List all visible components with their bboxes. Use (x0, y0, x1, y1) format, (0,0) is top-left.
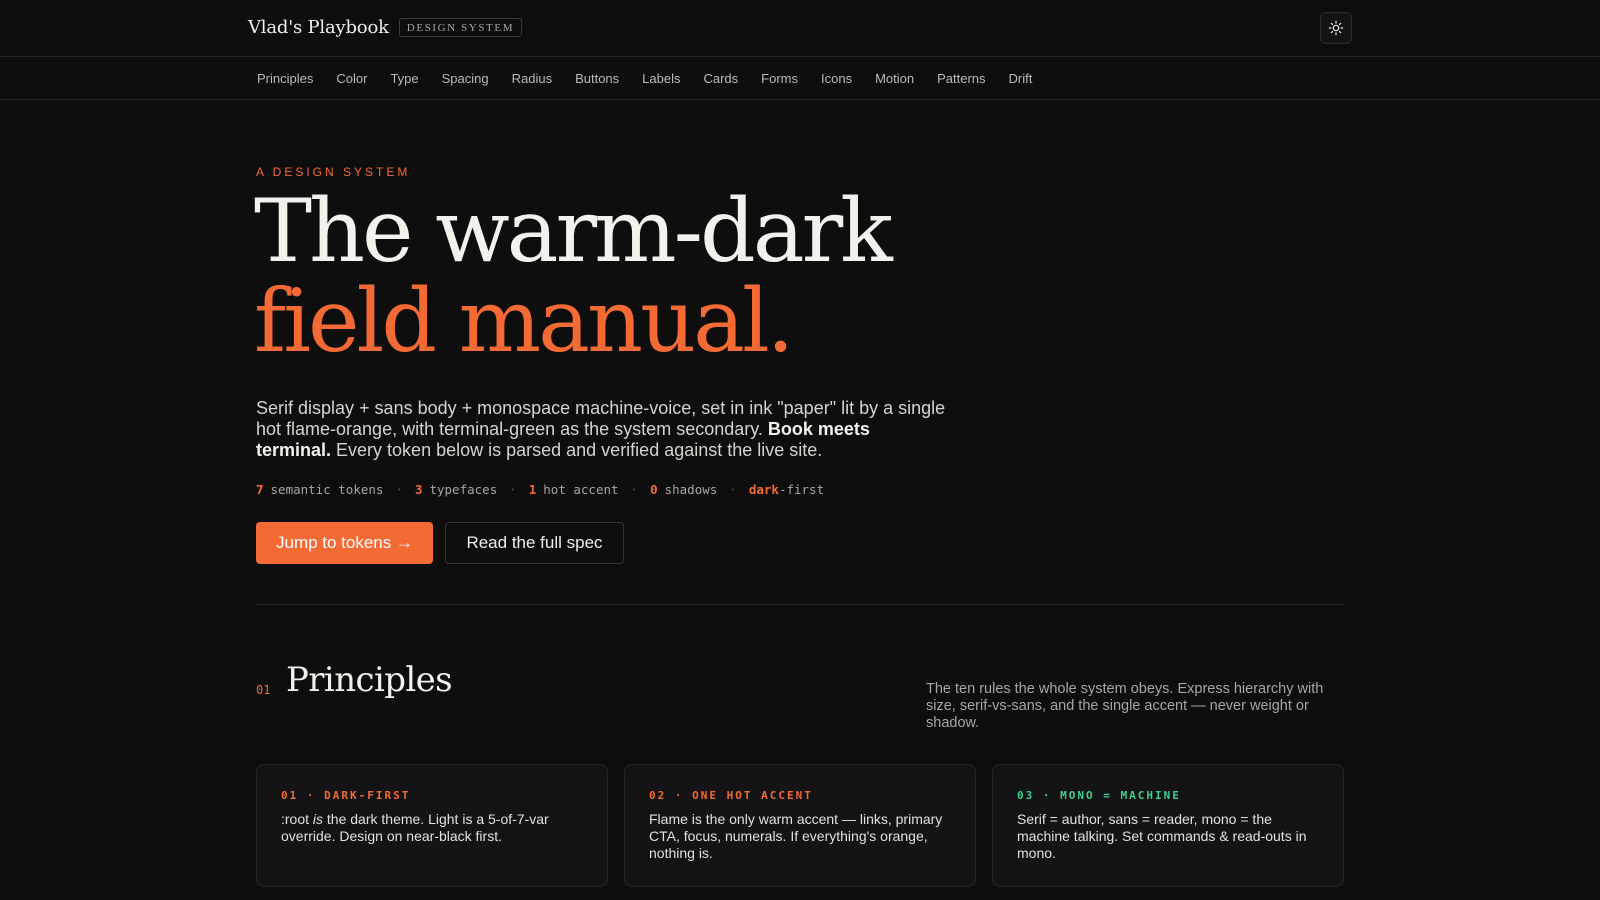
hero-eyebrow: A DESIGN SYSTEM (256, 165, 411, 179)
nav-item-buttons[interactable]: Buttons (564, 71, 631, 86)
stat-label: shadows (664, 482, 718, 497)
headline-line-2: field manual. (254, 270, 794, 372)
stat-number: 1 (528, 482, 537, 497)
lede-part-2: Every token below is parsed and verified… (331, 440, 823, 460)
hero-headline: The warm-dark field manual. (254, 186, 893, 372)
card-body-text: :root (281, 811, 313, 827)
stat-number: 7 (256, 482, 264, 497)
stat-typefaces: 3 typefaces (415, 482, 497, 497)
principle-card-mono-machine: 03 · MONO = MACHINE Serif = author, sans… (992, 764, 1344, 887)
nav-item-drift[interactable]: Drift (997, 71, 1044, 86)
stat-separator: · (729, 482, 737, 497)
stat-number: 0 (650, 482, 658, 497)
stat-label: semantic tokens (270, 482, 384, 497)
stat-semantic-tokens: 7 semantic tokens (256, 482, 383, 497)
headline-line-1: The warm-dark (254, 180, 893, 282)
nav-item-icons[interactable]: Icons (810, 71, 864, 86)
hero-stats: 7 semantic tokens · 3 typefaces · 1 hot acc… (256, 482, 824, 497)
stat-dark-first: dark-first (749, 482, 824, 497)
nav-item-radius[interactable]: Radius (500, 71, 563, 86)
card-tag: 02 · ONE HOT ACCENT (649, 789, 813, 802)
brand[interactable]: Vlad's Playbook DESIGN SYSTEM (248, 17, 523, 38)
nav-item-labels[interactable]: Labels (631, 71, 692, 86)
principle-card-one-hot-accent: 02 · ONE HOT ACCENT Flame is the only wa… (624, 764, 976, 887)
section-title: Principles (286, 660, 453, 700)
nav-list: Principles Color Type Spacing Radius But… (247, 57, 1044, 100)
card-body: :root is the dark theme. Light is a 5-of… (281, 811, 583, 845)
section-divider (256, 604, 1344, 605)
stat-separator: · (630, 482, 639, 497)
nav-item-motion[interactable]: Motion (864, 71, 926, 86)
card-tag: 01 · DARK-FIRST (281, 789, 411, 802)
card-body: Serif = author, sans = reader, mono = th… (1017, 811, 1319, 862)
nav-item-forms[interactable]: Forms (750, 71, 810, 86)
nav-item-patterns[interactable]: Patterns (926, 71, 997, 86)
stat-highlight: dark (748, 482, 779, 497)
stat-label: hot accent (543, 482, 619, 497)
nav-item-type[interactable]: Type (379, 71, 430, 86)
card-body-text: Serif = author, sans = reader, mono = th… (1017, 811, 1307, 861)
card-tag: 03 · MONO = MACHINE (1017, 789, 1181, 802)
card-body-emphasis: is (312, 811, 324, 827)
card-body: Flame is the only warm accent — links, p… (649, 811, 951, 862)
nav-item-spacing[interactable]: Spacing (430, 71, 500, 86)
sun-icon (1328, 20, 1344, 36)
stat-shadows: 0 shadows (650, 482, 717, 497)
nav-item-principles[interactable]: Principles (247, 71, 325, 86)
nav-item-cards[interactable]: Cards (692, 71, 750, 86)
hero-lede: Serif display + sans body + monospace ma… (256, 398, 946, 461)
section-nav: Principles Color Type Spacing Radius But… (0, 57, 1600, 100)
read-full-spec-button[interactable]: Read the full spec (445, 522, 624, 564)
card-body-text: Flame is the only warm accent — links, p… (649, 811, 943, 861)
nav-item-color[interactable]: Color (325, 71, 379, 86)
theme-toggle-button[interactable] (1320, 12, 1352, 44)
stat-hot-accent: 1 hot accent (529, 482, 619, 497)
brand-badge: DESIGN SYSTEM (398, 18, 523, 37)
top-header: Vlad's Playbook DESIGN SYSTEM (0, 0, 1600, 57)
stat-separator: · (509, 482, 517, 497)
principle-card-dark-first: 01 · DARK-FIRST :root is the dark theme.… (256, 764, 608, 887)
stat-separator: · (395, 482, 403, 497)
brand-name[interactable]: Vlad's Playbook (248, 17, 389, 38)
stat-number: 3 (414, 482, 423, 497)
stat-label: typefaces (429, 482, 498, 497)
jump-to-tokens-button[interactable]: Jump to tokens → (256, 522, 433, 564)
section-number: 01 (256, 683, 271, 697)
stat-rest: -first (778, 482, 825, 497)
section-description: The ten rules the whole system obeys. Ex… (926, 681, 1324, 731)
